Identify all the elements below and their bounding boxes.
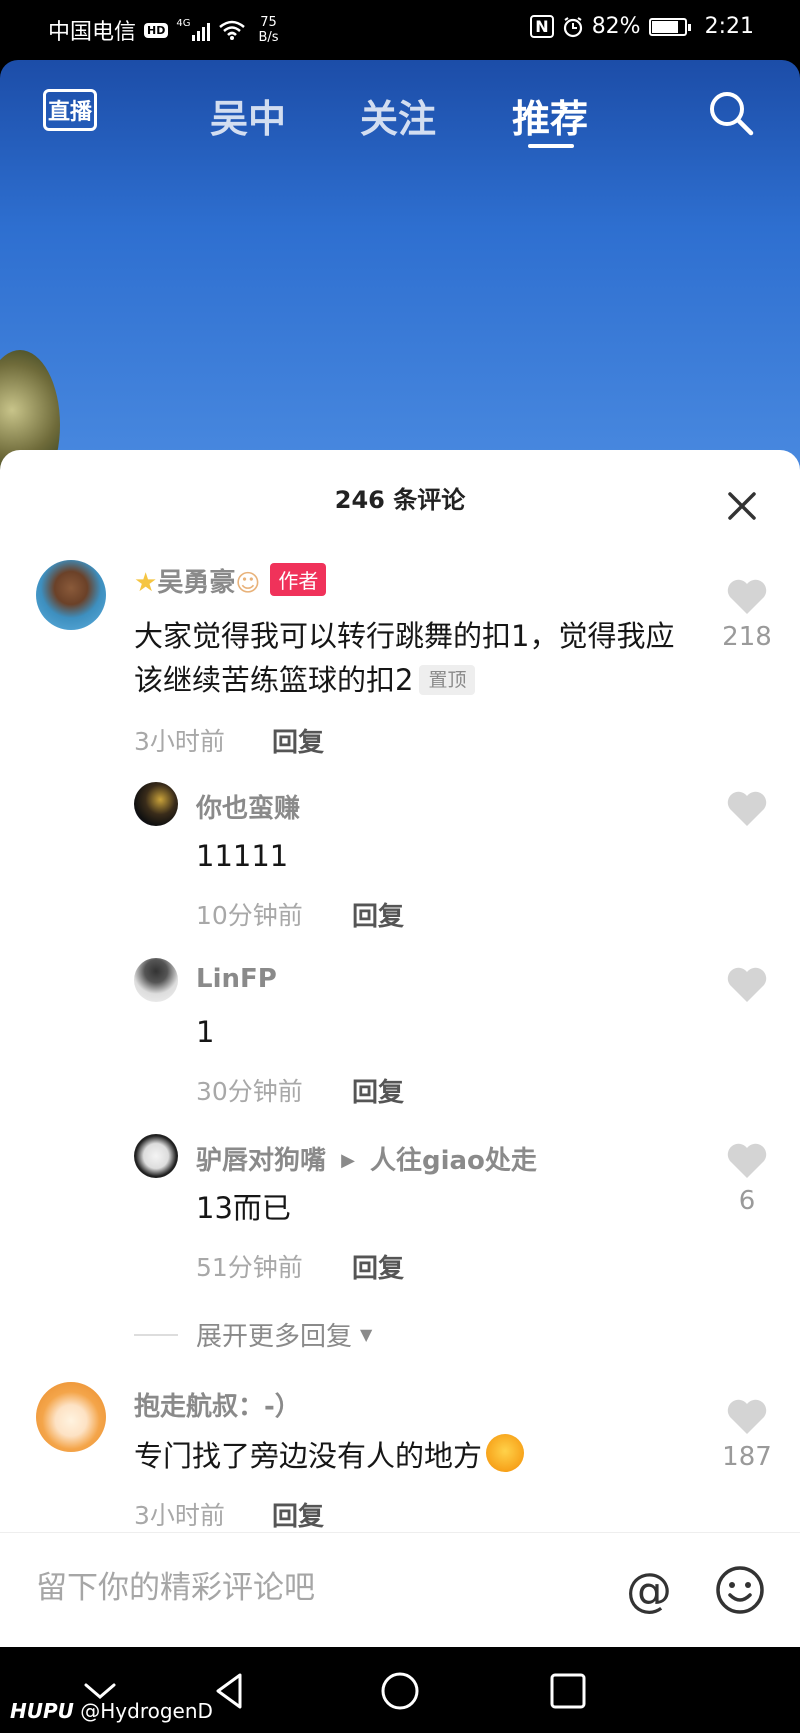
system-nav-bar: HUPU @HydrogenD [0,1647,800,1733]
avatar[interactable] [134,782,178,826]
tab-wuzhong[interactable]: 吴中 [210,88,286,143]
pinned-badge: 置顶 [419,665,476,695]
reply-button[interactable]: 回复 [352,896,404,933]
back-icon[interactable] [208,1669,252,1713]
comment-text: 13而已 [196,1191,291,1225]
comment-time: 3小时前 [134,727,225,756]
speed-value: 75 [260,15,277,30]
video-background[interactable]: 直播 吴中 关注 推荐 [0,60,800,480]
hd-icon: HD [144,22,169,38]
nfc-icon: N [530,15,554,38]
active-tab-indicator [528,144,574,148]
like-count: 187 [722,1442,772,1472]
comment-time: 10分钟前 [196,901,303,930]
author-badge: 作者 [270,563,327,596]
reply-to-name: 人往giao处走 [369,1146,537,1176]
comment-time: 51分钟前 [196,1253,303,1282]
avatar[interactable] [134,1134,178,1178]
comments-panel: 246 条评论 ★吴勇豪☺ 作者 大家觉得我可以转行跳舞的扣1，觉得我应该继续苦练… [0,450,800,1647]
watermark-handle: @HydrogenD [80,1699,213,1723]
avatar[interactable] [134,958,178,1002]
comment-text: 大家觉得我可以转行跳舞的扣1，觉得我应该继续苦练篮球的扣2 置顶 [134,614,694,702]
comment-input-bar: @ [0,1532,800,1647]
heart-icon[interactable] [726,1142,768,1180]
comment-text-content: 专门找了旁边没有人的地方 [134,1439,483,1473]
comment-time: 3小时前 [134,1501,225,1530]
comment-author-name[interactable]: 抱走航叔：-） [134,1386,301,1423]
comment-time: 30分钟前 [196,1077,303,1106]
reply-button[interactable]: 回复 [272,722,324,759]
avatar[interactable] [36,560,106,630]
heart-icon[interactable] [726,790,768,828]
tab-following[interactable]: 关注 [360,88,436,143]
avatar[interactable] [36,1382,106,1452]
expand-replies-label: 展开更多回复 [196,1322,353,1352]
close-icon[interactable] [722,486,762,526]
comment-text: 11111 [196,839,289,873]
laughing-emoji-icon [486,1434,525,1472]
like-count: 218 [722,622,772,652]
watermark: HUPU @HydrogenD [10,1699,213,1723]
reply-button[interactable]: 回复 [272,1496,324,1533]
reply-button[interactable]: 回复 [352,1072,404,1109]
speed-unit: B/s [258,30,279,45]
live-label: 直播 [42,89,97,131]
wifi-icon [219,20,246,40]
top-nav: 直播 吴中 关注 推荐 [0,60,800,155]
comments-count-title: 246 条评论 [334,486,466,514]
heart-icon[interactable] [726,578,768,616]
comment-author-name[interactable]: 你也蛮赚 [196,788,300,825]
status-bar: 中国电信 HD 4G 75 B/s N 82% 2:21 [0,0,800,60]
comment-author-name[interactable]: LinFP [196,964,277,994]
comment-text-content: 大家觉得我可以转行跳舞的扣1，觉得我应该继续苦练篮球的扣2 [134,619,675,697]
battery-icon [648,17,691,36]
live-button[interactable]: 直播 [42,82,98,138]
tab-recommend[interactable]: 推荐 [512,88,588,143]
comment-text: 专门找了旁边没有人的地方 [134,1434,525,1478]
comment-author-name: 吴勇豪 [157,568,236,598]
comment-text: 1 [196,1015,215,1049]
search-icon[interactable] [706,88,756,138]
comment-author[interactable]: 驴唇对狗嘴 ▶ 人往giao处走 [196,1140,537,1177]
person-emoji-icon: ☺ [235,569,261,597]
heart-icon[interactable] [726,966,768,1004]
star-emoji-icon: ★ [134,568,158,598]
carrier-label: 中国电信 [48,20,137,45]
heart-icon[interactable] [726,1398,768,1436]
expand-replies-button[interactable]: 展开更多回复 ▼ [134,1316,372,1353]
network-speed: 75 B/s [258,15,278,45]
comment-input[interactable] [36,1563,596,1613]
clock: 2:21 [704,14,754,39]
reply-arrow-icon: ▶ [341,1150,355,1171]
emoji-icon[interactable] [713,1563,767,1617]
recents-icon[interactable] [546,1669,590,1713]
network-type: 4G [176,18,191,29]
comment-author-name: 驴唇对狗嘴 [196,1146,327,1176]
battery-percent: 82% [591,14,641,39]
chevron-down-icon: ▼ [360,1325,373,1344]
watermark-brand: HUPU [10,1699,74,1723]
alarm-icon [563,16,582,37]
comment-author[interactable]: ★吴勇豪☺ 作者 [134,562,327,599]
reply-button[interactable]: 回复 [352,1248,404,1285]
at-icon[interactable]: @ [622,1563,676,1617]
divider [134,1333,178,1336]
signal-icon: 4G [176,18,211,41]
home-icon[interactable] [378,1669,422,1713]
like-count: 6 [738,1186,756,1216]
